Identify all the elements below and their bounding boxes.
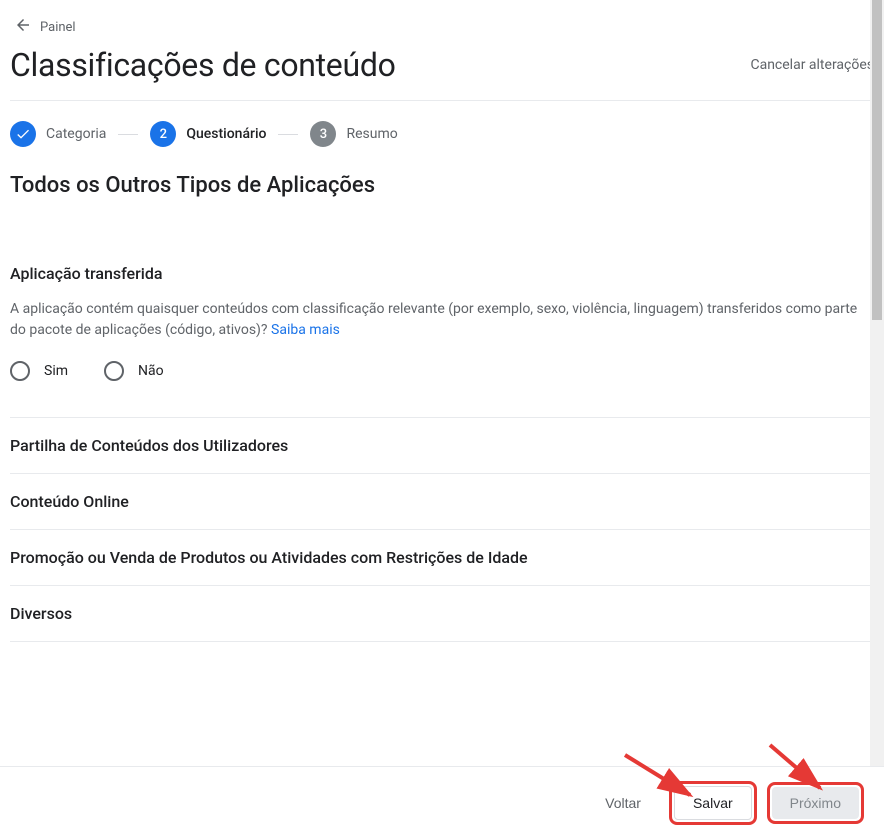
breadcrumb-label: Painel: [40, 20, 76, 35]
radio-icon: [10, 361, 30, 381]
scrollbar-thumb[interactable]: [872, 0, 882, 320]
section-miscellaneous[interactable]: Diversos: [10, 586, 874, 642]
radio-label: Não: [138, 363, 164, 379]
step-number-icon: 2: [150, 121, 176, 147]
section-user-content-sharing[interactable]: Partilha de Conteúdos dos Utilizadores: [10, 418, 874, 474]
annotation-highlight: Próximo: [767, 782, 864, 824]
learn-more-link[interactable]: Saiba mais: [271, 322, 340, 338]
step-label: Categoria: [46, 126, 106, 142]
step-category[interactable]: Categoria: [10, 121, 106, 147]
page-title: Classificações de conteúdo: [10, 46, 396, 84]
section-title: Aplicação transferida: [10, 264, 874, 283]
step-number-icon: 3: [310, 121, 336, 147]
step-questionnaire[interactable]: 2 Questionário: [150, 121, 266, 147]
radio-label: Sim: [44, 363, 68, 379]
back-button[interactable]: Voltar: [587, 787, 659, 819]
radio-yes[interactable]: Sim: [10, 361, 68, 381]
subtitle: Todos os Outros Tipos de Aplicações: [10, 173, 874, 198]
step-summary[interactable]: 3 Resumo: [310, 121, 397, 147]
radio-group: Sim Não: [10, 361, 874, 381]
next-button[interactable]: Próximo: [772, 787, 859, 819]
desc-text: A aplicação contém quaisquer conteúdos c…: [10, 301, 857, 338]
save-button[interactable]: Salvar: [674, 786, 752, 820]
footer: Voltar Salvar Próximo: [0, 766, 884, 839]
stepper: Categoria 2 Questionário 3 Resumo: [10, 101, 874, 167]
section-description: A aplicação contém quaisquer conteúdos c…: [10, 299, 874, 341]
section-transferred-app: Aplicação transferida A aplicação contém…: [10, 246, 874, 418]
section-promotion[interactable]: Promoção ou Venda de Produtos ou Ativida…: [10, 530, 874, 586]
section-online-content[interactable]: Conteúdo Online: [10, 474, 874, 530]
step-connector: [278, 134, 298, 135]
section-title: Conteúdo Online: [10, 492, 874, 511]
back-arrow-icon: [14, 16, 32, 38]
section-title: Partilha de Conteúdos dos Utilizadores: [10, 436, 874, 455]
check-icon: [10, 121, 36, 147]
breadcrumb[interactable]: Painel: [10, 16, 874, 38]
step-label: Questionário: [186, 126, 266, 142]
radio-icon: [104, 361, 124, 381]
header-row: Classificações de conteúdo Cancelar alte…: [10, 46, 874, 101]
step-connector: [118, 134, 138, 135]
step-label: Resumo: [346, 126, 397, 142]
annotation-highlight: Salvar: [669, 781, 757, 825]
scrollbar-track[interactable]: [870, 0, 884, 839]
section-title: Diversos: [10, 604, 874, 623]
section-title: Promoção ou Venda de Produtos ou Ativida…: [10, 548, 874, 567]
radio-no[interactable]: Não: [104, 361, 164, 381]
cancel-changes-link[interactable]: Cancelar alterações: [750, 57, 874, 73]
